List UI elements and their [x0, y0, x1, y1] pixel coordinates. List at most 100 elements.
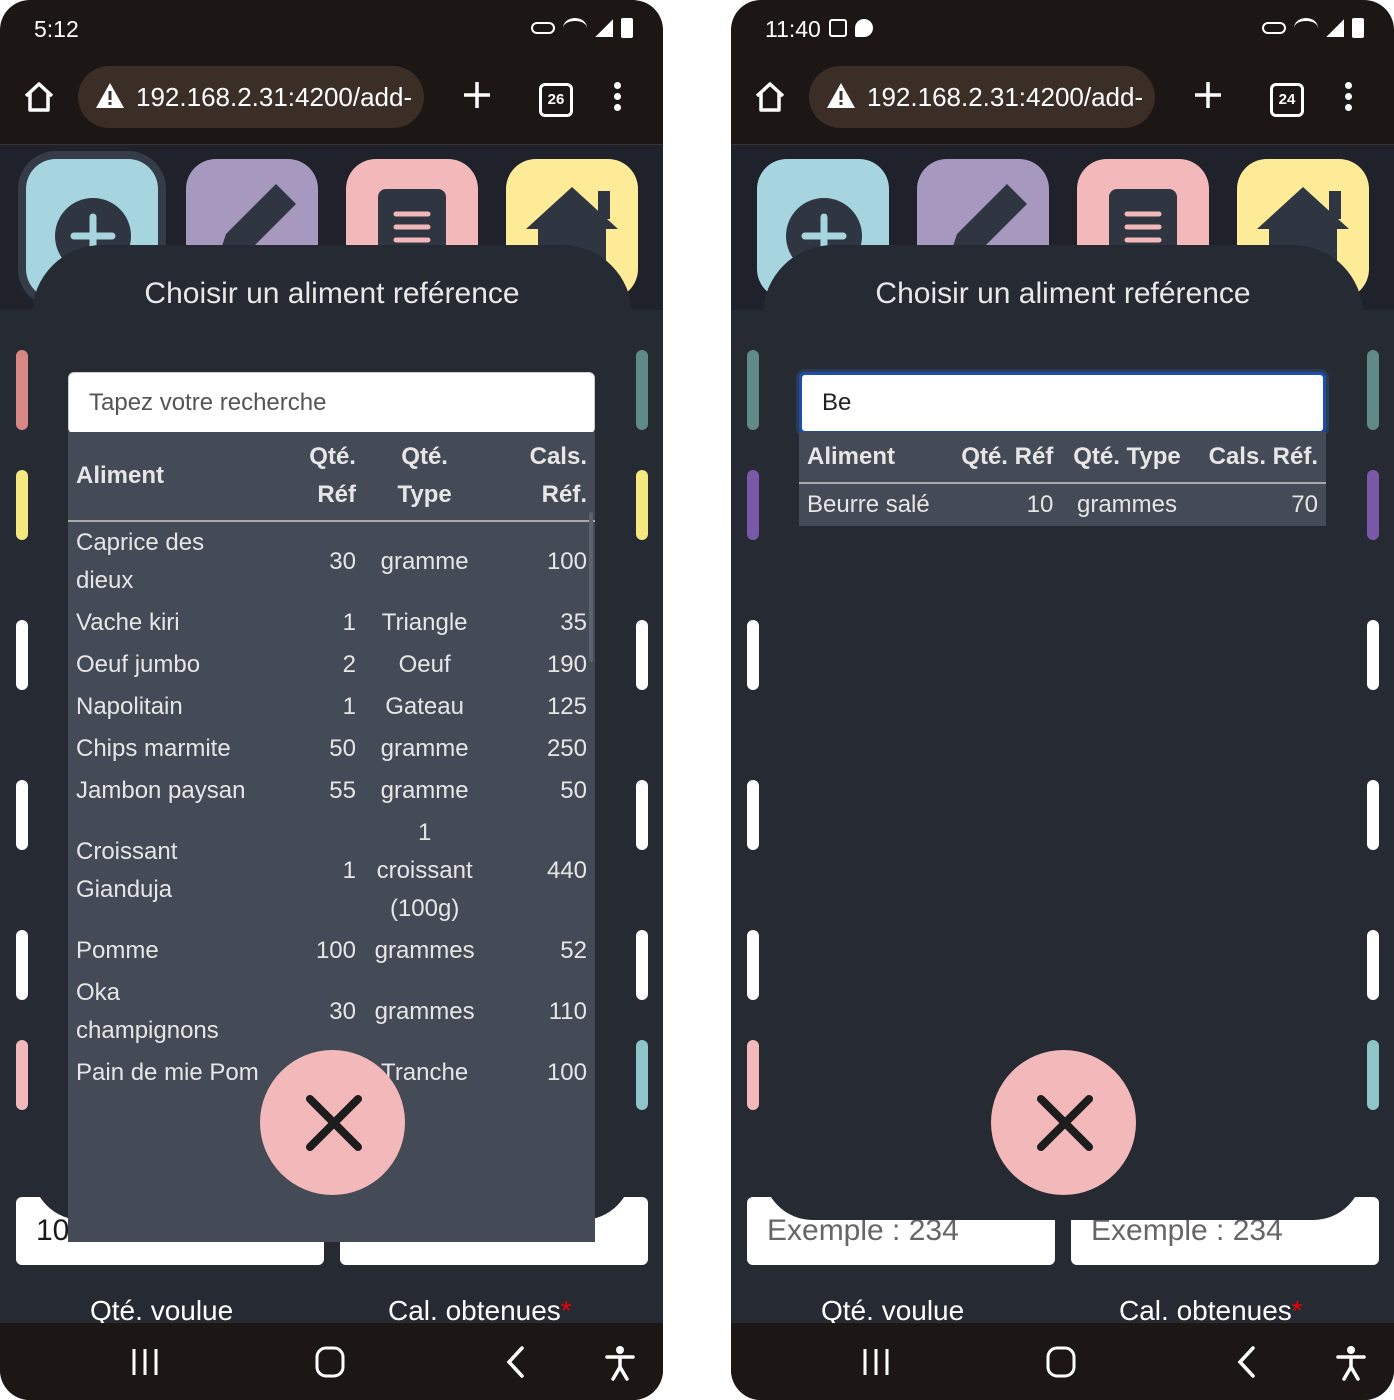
home-circle-icon[interactable] — [1045, 1345, 1077, 1379]
food-name: Oeuf jumbo — [76, 651, 201, 678]
close-button[interactable] — [991, 1050, 1136, 1195]
table-row[interactable]: Jambon paysan 55 gramme 50 — [68, 770, 595, 812]
recents-icon[interactable] — [130, 1345, 160, 1379]
more-vert-icon[interactable] — [1345, 82, 1353, 112]
qty-type: gramme — [380, 735, 469, 762]
cals-ref: 125 — [546, 693, 587, 720]
more-vert-icon[interactable] — [614, 82, 622, 112]
form-edge-left-1 — [16, 470, 28, 540]
food-picker-modal: Choisir un aliment reférence Aliment Qté… — [763, 245, 1363, 1220]
cals-ref: 100 — [546, 548, 587, 575]
home-icon[interactable] — [753, 80, 787, 114]
cal-label-text: Cal. obtenues — [1119, 1295, 1292, 1326]
qty-type: Gateau — [385, 693, 464, 720]
tab-switcher-icon[interactable]: 26 — [539, 83, 573, 117]
app-content: Exemple : 234 Exemple : 234 Qté. voulue … — [731, 145, 1394, 1326]
food-name: Jambon paysan — [76, 777, 246, 804]
address-bar[interactable]: 192.168.2.31:4200/add- — [809, 66, 1155, 128]
table-row[interactable]: Vache kiri 1 Triangle 35 — [68, 602, 595, 644]
table-row[interactable]: Napolitain 1 Gateau 125 — [68, 686, 595, 728]
food-name: Beurre salé — [807, 491, 930, 518]
food-table: Aliment Qté. Réf Qté. Type Cals. Réf. Be… — [799, 432, 1326, 526]
qty-type: gramme — [380, 777, 469, 804]
tab-switcher-icon[interactable]: 24 — [1270, 83, 1304, 117]
table-row[interactable]: Beurre salé 10 grammes 70 — [799, 483, 1326, 526]
food-name: Napolitain — [76, 693, 183, 720]
form-edge-right-4 — [1367, 930, 1379, 1000]
new-tab-icon[interactable] — [1191, 78, 1225, 112]
system-nav-bar — [0, 1323, 663, 1400]
cals-ref: 70 — [1291, 491, 1318, 518]
food-name: Oka champignons — [76, 979, 219, 1044]
table-header-row: Aliment Qté. Réf Qté. Type Cals. Réf. — [799, 432, 1326, 484]
qty-type: gramme — [380, 548, 469, 575]
notification-icons — [829, 19, 873, 37]
search-input[interactable] — [799, 372, 1326, 434]
col-header-aliment: Aliment — [68, 432, 270, 522]
food-table: Aliment Qté. Réf Qté. Type Cals. Réf. Ca… — [68, 432, 595, 1094]
col-header-qty-ref: Qté. Réf — [946, 432, 1062, 484]
cal-label-text: Cal. obtenues — [388, 1295, 561, 1326]
battery-icon — [621, 18, 633, 38]
search-input[interactable] — [68, 372, 595, 434]
form-edge-right-0 — [1367, 350, 1379, 430]
browser-toolbar: 192.168.2.31:4200/add- 26 — [0, 60, 663, 145]
url-text: 192.168.2.31:4200/add- — [136, 82, 413, 112]
qty-ref: 2 — [342, 651, 356, 678]
close-button[interactable] — [260, 1050, 405, 1195]
cals-ref: 110 — [548, 998, 587, 1025]
image-icon — [829, 19, 847, 37]
table-row[interactable]: Pomme 100 grammes 52 — [68, 930, 595, 972]
form-edge-left-4 — [16, 930, 28, 1000]
form-edge-right-2 — [1367, 620, 1379, 690]
recents-icon[interactable] — [861, 1345, 891, 1379]
cals-ref: 100 — [546, 1059, 587, 1086]
wifi-icon — [1294, 18, 1318, 38]
form-edge-right-0 — [636, 350, 648, 430]
back-icon[interactable] — [504, 1345, 528, 1379]
qty-ref: 1 — [342, 693, 356, 720]
form-edge-left-2 — [747, 620, 759, 690]
message-icon — [855, 19, 873, 37]
home-icon[interactable] — [22, 80, 56, 114]
app-content: 100 52 Qté. voulue Cal. obtenues* Choisi… — [0, 145, 663, 1326]
phone-screen-2: 11:40 192.168.2.31:4200/add- 24 Exemple … — [731, 0, 1394, 1400]
address-bar[interactable]: 192.168.2.31:4200/add- — [78, 66, 424, 128]
form-edge-left-1 — [747, 470, 759, 540]
form-edge-left-3 — [16, 780, 28, 850]
new-tab-icon[interactable] — [460, 78, 494, 112]
table-body: Beurre salé 10 grammes 70 — [799, 483, 1326, 526]
modal-title: Choisir un aliment reférence — [875, 277, 1251, 310]
col-header-cals: Cals. Réf. — [1192, 432, 1326, 484]
food-table-container[interactable]: Aliment Qté. Réf Qté. Type Cals. Réf. Be… — [799, 432, 1326, 526]
table-row[interactable]: Caprice des dieux 30 gramme 100 — [68, 521, 595, 602]
battery-icon — [1352, 18, 1364, 38]
qty-ref: 30 — [329, 548, 356, 575]
accessibility-icon[interactable] — [604, 1345, 636, 1381]
table-row[interactable]: Oeuf jumbo 2 Oeuf 190 — [68, 644, 595, 686]
col-header-cals: Cals. Réf. — [485, 432, 595, 522]
accessibility-icon[interactable] — [1335, 1345, 1367, 1381]
warning-icon — [827, 83, 855, 108]
table-row[interactable]: Croissant Gianduja 1 1 croissant (100g) 440 — [68, 812, 595, 930]
cals-ref: 250 — [546, 735, 587, 762]
form-edge-left-5 — [747, 1040, 759, 1110]
back-icon[interactable] — [1235, 1345, 1259, 1379]
home-circle-icon[interactable] — [314, 1345, 346, 1379]
col-header-qty-ref: Qté. Réf — [269, 432, 364, 522]
table-row[interactable]: Chips marmite 50 gramme 250 — [68, 728, 595, 770]
signal-icon — [1326, 19, 1344, 37]
form-edge-right-1 — [636, 470, 648, 540]
qty-type: grammes — [374, 998, 475, 1025]
cals-ref: 440 — [546, 857, 587, 884]
vpn-key-icon — [1262, 22, 1286, 34]
form-edge-right-3 — [1367, 780, 1379, 850]
form-edge-left-3 — [747, 780, 759, 850]
table-row[interactable]: Oka champignons 30 grammes 110 — [68, 972, 595, 1052]
browser-toolbar: 192.168.2.31:4200/add- 24 — [731, 60, 1394, 145]
qty-type: 1 croissant (100g) — [376, 819, 473, 922]
table-scrollbar[interactable] — [589, 512, 593, 662]
cals-ref: 50 — [560, 777, 587, 804]
qty-type: grammes — [1076, 491, 1178, 518]
form-edge-right-4 — [636, 930, 648, 1000]
